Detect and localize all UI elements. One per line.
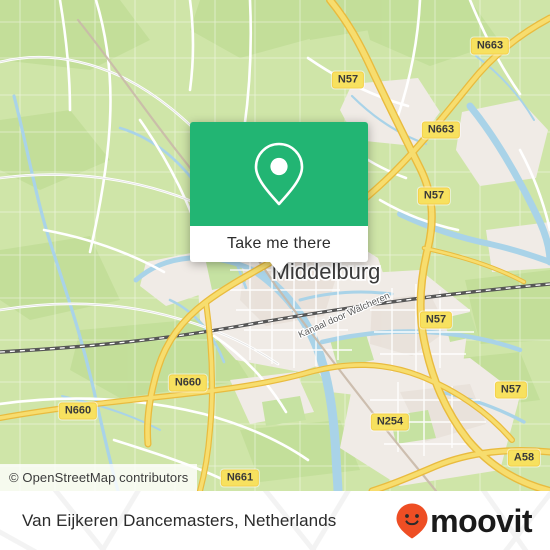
popup-header [190, 122, 368, 226]
road-shield: N57 [494, 381, 528, 399]
road-shield: N57 [331, 71, 365, 89]
location-popup-card[interactable]: Take me there [190, 122, 368, 273]
osm-attribution: © OpenStreetMap contributors [0, 464, 198, 491]
road-shield: N57 [417, 187, 451, 205]
map-pin-icon [254, 142, 304, 206]
moovit-smiley-pin-icon [396, 503, 428, 538]
attribution-text: © OpenStreetMap contributors [9, 470, 189, 485]
road-shield: N663 [421, 121, 461, 139]
road-shield: N663 [470, 37, 510, 55]
road-shield: N661 [220, 469, 260, 487]
popup-pointer-tail [270, 262, 288, 273]
footer-bar: Van Eijkeren Dancemasters, Netherlands m… [0, 491, 550, 550]
take-me-there-button[interactable]: Take me there [190, 226, 368, 262]
place-title: Van Eijkeren Dancemasters, Netherlands [22, 510, 337, 530]
road-shield: N660 [58, 402, 98, 420]
take-me-there-label: Take me there [227, 235, 331, 252]
road-shield: N660 [168, 374, 208, 392]
moovit-logo[interactable]: moovit [395, 502, 532, 540]
map-share-card: Middelburg Kanaal door Walcheren N663 N57… [0, 0, 550, 550]
road-shield: N57 [419, 311, 453, 329]
road-shield: N254 [370, 413, 410, 431]
road-shield: A58 [507, 449, 541, 467]
moovit-wordmark: moovit [430, 502, 532, 539]
